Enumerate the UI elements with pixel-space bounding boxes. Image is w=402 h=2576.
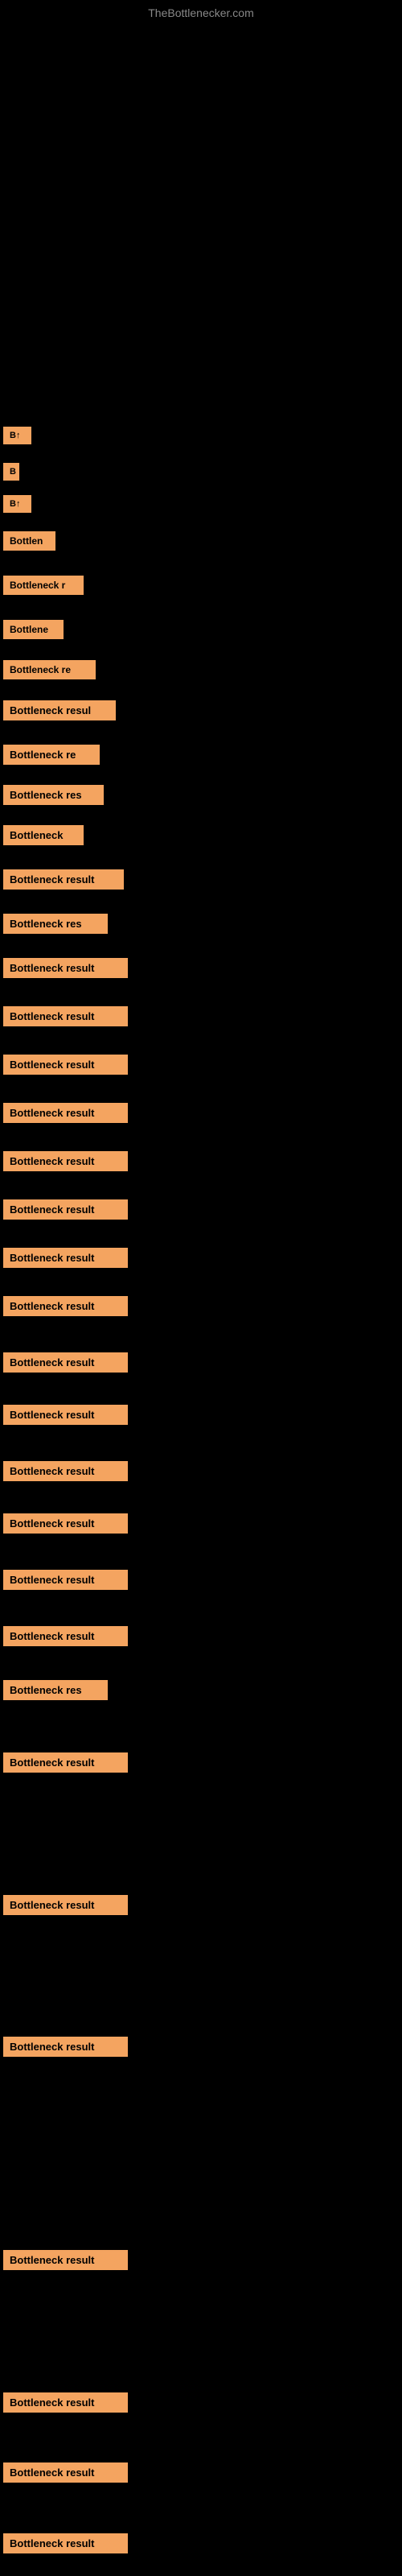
bottleneck-badge: Bottleneck result bbox=[3, 1405, 128, 1425]
bottleneck-badge: B↑ bbox=[3, 427, 31, 444]
bottleneck-badge: Bottleneck result bbox=[3, 2392, 128, 2413]
bottleneck-badge: Bottleneck result bbox=[3, 958, 128, 978]
bottleneck-badge: Bottleneck resul bbox=[3, 700, 116, 720]
bottleneck-badge: Bottleneck result bbox=[3, 1513, 128, 1534]
bottleneck-badge: B bbox=[3, 463, 19, 481]
bottleneck-badge: Bottleneck result bbox=[3, 1352, 128, 1373]
site-title: TheBottlenecker.com bbox=[0, 0, 402, 23]
bottleneck-badge: Bottlene bbox=[3, 620, 64, 639]
bottleneck-badge: Bottleneck result bbox=[3, 1296, 128, 1316]
bottleneck-badge: Bottleneck result bbox=[3, 1895, 128, 1915]
bottleneck-badge: Bottleneck res bbox=[3, 1680, 108, 1700]
bottleneck-badge: Bottleneck res bbox=[3, 785, 104, 805]
bottleneck-badge: Bottleneck result bbox=[3, 1461, 128, 1481]
bottleneck-badge: Bottleneck result bbox=[3, 1199, 128, 1220]
bottleneck-badge: Bottleneck result bbox=[3, 1055, 128, 1075]
bottleneck-badge: Bottleneck result bbox=[3, 1626, 128, 1646]
bottleneck-badge: Bottlen bbox=[3, 531, 55, 551]
bottleneck-badge: Bottleneck result bbox=[3, 1248, 128, 1268]
bottleneck-badge: Bottleneck result bbox=[3, 1151, 128, 1171]
bottleneck-badge: Bottleneck result bbox=[3, 1103, 128, 1123]
bottleneck-badge: Bottleneck result bbox=[3, 2462, 128, 2483]
bottleneck-badge: Bottleneck result bbox=[3, 2250, 128, 2270]
bottleneck-badge: Bottleneck re bbox=[3, 660, 96, 679]
bottleneck-badge: Bottleneck r bbox=[3, 576, 84, 595]
bottleneck-badge: Bottleneck bbox=[3, 825, 84, 845]
bottleneck-badge: Bottleneck result bbox=[3, 869, 124, 890]
bottleneck-badge: Bottleneck res bbox=[3, 914, 108, 934]
bottleneck-badge: Bottleneck result bbox=[3, 1006, 128, 1026]
bottleneck-badge: Bottleneck result bbox=[3, 1570, 128, 1590]
bottleneck-badge: Bottleneck result bbox=[3, 2533, 128, 2553]
bottleneck-badge: Bottleneck re bbox=[3, 745, 100, 765]
bottleneck-badge: B↑ bbox=[3, 495, 31, 513]
bottleneck-badge: Bottleneck result bbox=[3, 2037, 128, 2057]
bottleneck-badge: Bottleneck result bbox=[3, 1752, 128, 1773]
site-header: TheBottlenecker.com bbox=[0, 0, 402, 23]
